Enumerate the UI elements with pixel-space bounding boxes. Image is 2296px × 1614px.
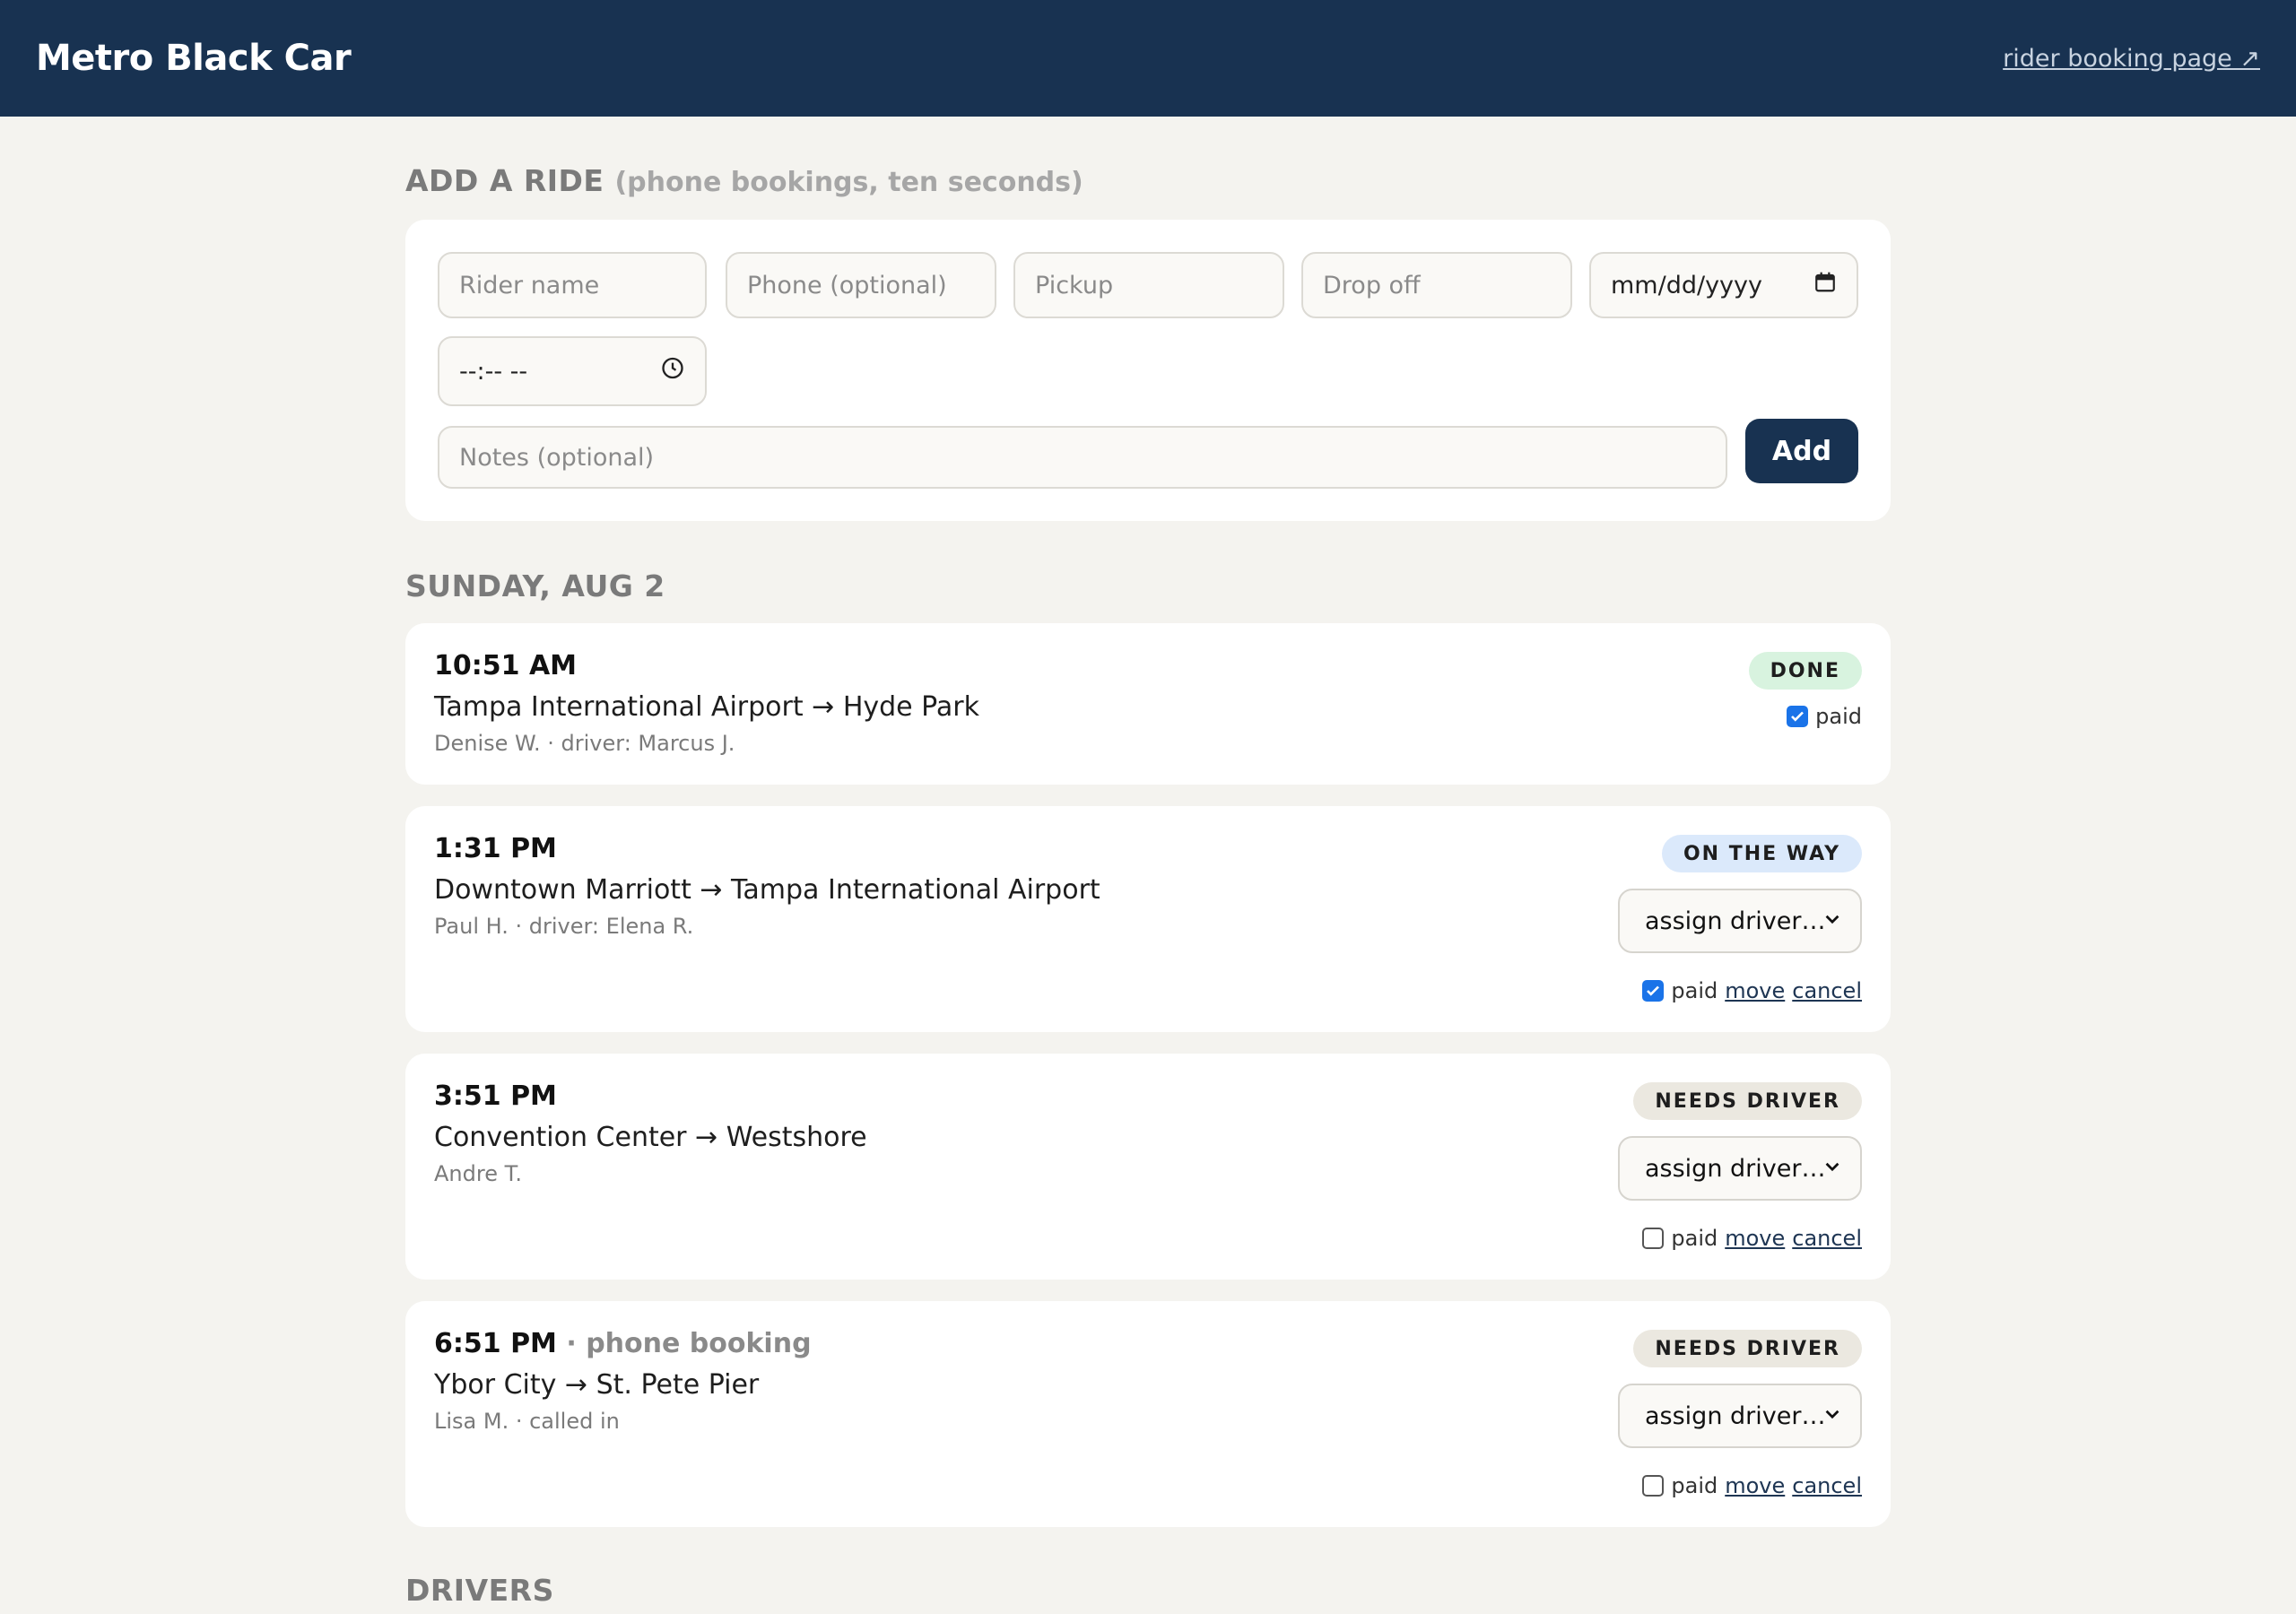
paid-checkbox[interactable] [1642, 980, 1665, 1002]
move-link[interactable]: move [1725, 1226, 1785, 1251]
cancel-link[interactable]: cancel [1792, 1473, 1862, 1498]
assign-driver-value: assign driver… [1645, 1154, 1826, 1183]
time-value: --:-- -- [459, 357, 528, 386]
move-link[interactable]: move [1725, 978, 1785, 1003]
ride-meta: Lisa M. · called in [434, 1409, 620, 1434]
rider-name-input[interactable]: Rider name [438, 252, 707, 318]
paid-checkbox[interactable] [1642, 1228, 1665, 1249]
paid-checkbox[interactable] [1642, 1475, 1665, 1497]
paid-label: paid [1671, 1226, 1718, 1251]
ride-route: Tampa International Airport → Hyde Park [434, 691, 980, 723]
ride-actions: paid move cancel [1642, 1473, 1862, 1498]
paid-checkbox[interactable] [1787, 706, 1809, 727]
ride-meta: Paul H. · driver: Elena R. [434, 914, 694, 939]
pickup-placeholder: Pickup [1035, 271, 1114, 299]
notes-placeholder: Notes (optional) [459, 443, 655, 472]
ride-tag: · phone booking [556, 1328, 812, 1359]
ride-time-text: 6:51 PM [434, 1328, 557, 1359]
assign-driver-select[interactable]: assign driver… [1618, 889, 1862, 953]
ride-time-text: 1:31 PM [434, 833, 557, 864]
chevron-down-icon [1822, 1402, 1842, 1430]
cancel-link[interactable]: cancel [1792, 978, 1862, 1003]
ride-actions: paid [1787, 704, 1862, 729]
check-icon [1647, 985, 1660, 996]
chevron-down-icon [1822, 1155, 1842, 1183]
status-badge: ON THE WAY [1661, 835, 1862, 872]
calendar-icon[interactable] [1813, 271, 1837, 300]
ride-card: 3:51 PM Convention Center → Westshore An… [405, 1054, 1891, 1280]
dropoff-placeholder: Drop off [1323, 271, 1421, 299]
status-badge: NEEDS DRIVER [1633, 1330, 1862, 1367]
rider-booking-link[interactable]: rider booking page ↗ [2003, 45, 2260, 73]
phone-input[interactable]: Phone (optional) [726, 252, 996, 318]
top-bar: Metro Black Car rider booking page ↗ [0, 0, 2296, 117]
assign-driver-value: assign driver… [1645, 1401, 1826, 1430]
ride-meta: Andre T. [434, 1161, 523, 1186]
add-ride-heading: ADD A RIDE (phone bookings, ten seconds) [405, 163, 1083, 198]
drivers-heading: DRIVERS [405, 1573, 554, 1608]
paid-label: paid [1815, 704, 1862, 729]
ride-time: 6:51 PM · phone booking [434, 1328, 812, 1359]
chevron-down-icon [1822, 907, 1842, 935]
assign-driver-select[interactable]: assign driver… [1618, 1384, 1862, 1448]
date-value: mm/dd/yyyy [1611, 271, 1762, 299]
pickup-input[interactable]: Pickup [1013, 252, 1284, 318]
ride-time-text: 3:51 PM [434, 1080, 557, 1112]
date-input[interactable]: mm/dd/yyyy [1589, 252, 1858, 318]
ride-card: 6:51 PM · phone booking Ybor City → St. … [405, 1301, 1891, 1527]
check-icon [1791, 711, 1805, 722]
phone-placeholder: Phone (optional) [747, 271, 947, 299]
ride-time: 10:51 AM [434, 650, 577, 681]
move-link[interactable]: move [1725, 1473, 1785, 1498]
ride-route: Downtown Marriott → Tampa International … [434, 874, 1100, 906]
brand-title: Metro Black Car [36, 38, 352, 79]
ride-time: 3:51 PM [434, 1080, 557, 1112]
clock-icon[interactable] [660, 356, 685, 387]
day-heading: SUNDAY, AUG 2 [405, 568, 665, 603]
ride-time: 1:31 PM [434, 833, 557, 864]
paid-label: paid [1671, 978, 1718, 1003]
assign-driver-value: assign driver… [1645, 907, 1826, 935]
cancel-link[interactable]: cancel [1792, 1226, 1862, 1251]
paid-label: paid [1671, 1473, 1718, 1498]
status-badge: NEEDS DRIVER [1633, 1082, 1862, 1120]
assign-driver-select[interactable]: assign driver… [1618, 1136, 1862, 1201]
time-input[interactable]: --:-- -- [438, 336, 707, 406]
status-badge: DONE [1748, 652, 1862, 690]
ride-meta: Denise W. · driver: Marcus J. [434, 731, 735, 756]
ride-actions: paid move cancel [1642, 1226, 1862, 1251]
ride-time-text: 10:51 AM [434, 650, 578, 681]
add-ride-form: Rider name Phone (optional) Pickup Drop … [405, 220, 1891, 521]
add-ride-subtitle: (phone bookings, ten seconds) [614, 167, 1083, 198]
ride-route: Convention Center → Westshore [434, 1122, 867, 1153]
rider-name-placeholder: Rider name [459, 271, 600, 299]
dropoff-input[interactable]: Drop off [1301, 252, 1572, 318]
add-button[interactable]: Add [1745, 419, 1858, 483]
ride-route: Ybor City → St. Pete Pier [434, 1369, 760, 1401]
add-ride-title: ADD A RIDE [405, 163, 604, 198]
ride-card: 10:51 AM Tampa International Airport → H… [405, 623, 1891, 785]
ride-card: 1:31 PM Downtown Marriott → Tampa Intern… [405, 806, 1891, 1032]
notes-input[interactable]: Notes (optional) [438, 426, 1727, 489]
ride-actions: paid move cancel [1642, 978, 1862, 1003]
